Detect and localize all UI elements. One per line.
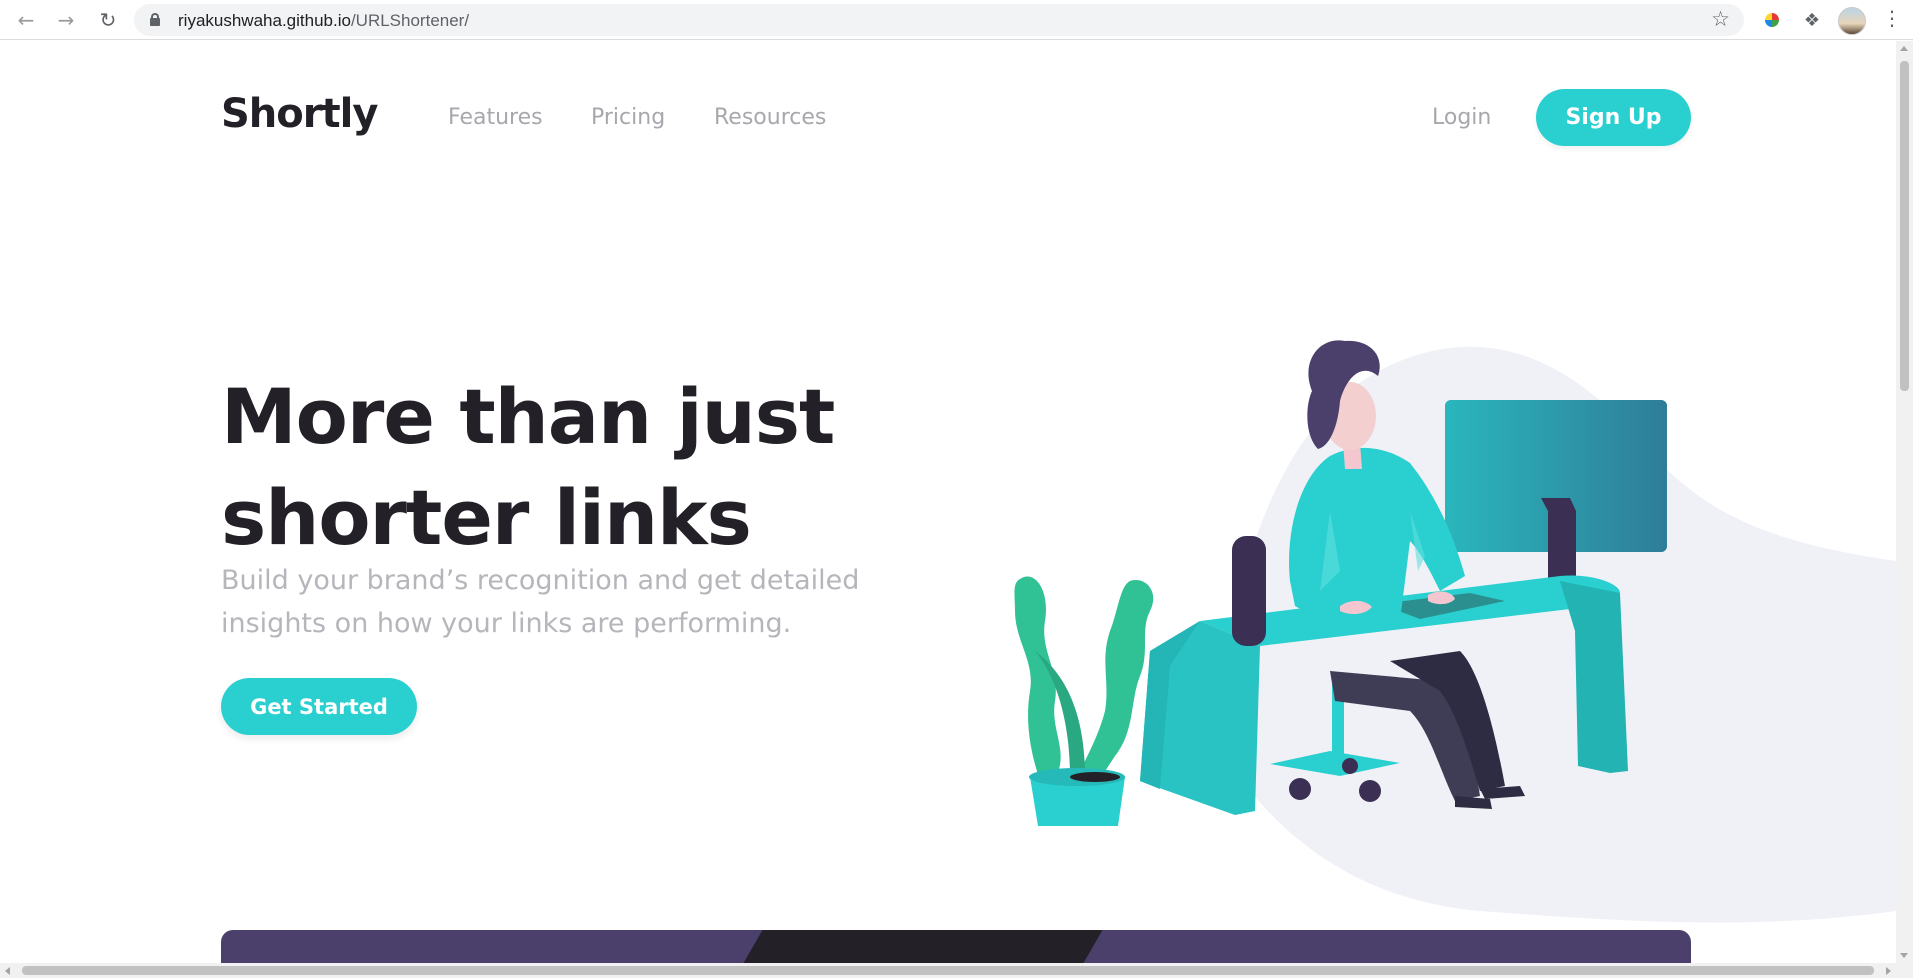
lock-icon[interactable] — [150, 13, 160, 26]
scroll-down-icon[interactable] — [1900, 953, 1908, 958]
hero-subtitle-line-2: insights on how your links are performin… — [221, 608, 792, 639]
login-link[interactable]: Login — [1432, 105, 1491, 130]
hero-title-line-1: More than just — [221, 372, 835, 461]
plant-leaf-right — [1080, 580, 1154, 781]
sign-up-button[interactable]: Sign Up — [1536, 89, 1691, 146]
hero-title-line-2: shorter links — [221, 473, 752, 562]
extension-icon[interactable] — [1760, 8, 1784, 32]
banner-shape — [739, 930, 1103, 963]
address-bar[interactable]: riyakushwaha.github.io/URLShortener/ ☆ — [134, 4, 1744, 36]
hero-subtitle: Build your brand’s recognition and get d… — [221, 559, 921, 645]
scroll-left-icon[interactable] — [5, 967, 10, 975]
url-path: /URLShortener/ — [350, 11, 470, 30]
horizontal-scrollbar[interactable] — [0, 963, 1913, 978]
puzzle-icon[interactable]: ❖ — [1800, 8, 1824, 32]
nav-pricing[interactable]: Pricing — [591, 105, 665, 130]
nav-resources[interactable]: Resources — [714, 105, 826, 130]
working-illustration — [1014, 340, 1896, 923]
scroll-up-icon[interactable] — [1900, 46, 1908, 51]
browser-toolbar: ← → ↻ riyakushwaha.github.io/URLShortene… — [0, 0, 1913, 40]
url-domain: riyakushwaha.github.io — [178, 11, 351, 30]
logo[interactable]: Shortly — [221, 91, 378, 137]
page-viewport: Shortly Features Pricing Resources Login… — [0, 41, 1896, 963]
vertical-scroll-thumb[interactable] — [1900, 61, 1909, 391]
kebab-menu-icon[interactable]: ⋮ — [1882, 6, 1902, 30]
nav-features[interactable]: Features — [448, 105, 543, 130]
scroll-right-icon[interactable] — [1886, 967, 1891, 975]
forward-icon[interactable]: → — [52, 6, 80, 34]
chair-wheel-right — [1359, 780, 1381, 802]
horizontal-scroll-thumb[interactable] — [22, 966, 1874, 975]
star-icon[interactable]: ☆ — [1711, 7, 1730, 31]
chair-back — [1232, 536, 1266, 646]
back-icon[interactable]: ← — [12, 6, 40, 34]
url-text[interactable]: riyakushwaha.github.io/URLShortener/ — [178, 11, 469, 31]
vertical-scrollbar[interactable] — [1896, 41, 1913, 963]
profile-avatar[interactable] — [1838, 7, 1866, 35]
hero-subtitle-line-1: Build your brand’s recognition and get d… — [221, 565, 860, 596]
reload-icon[interactable]: ↻ — [94, 6, 122, 34]
get-started-button[interactable]: Get Started — [221, 678, 417, 735]
shorten-section-banner — [221, 930, 1691, 963]
hero-title: More than just shorter links — [221, 366, 981, 568]
chair-wheel-left — [1289, 778, 1311, 800]
